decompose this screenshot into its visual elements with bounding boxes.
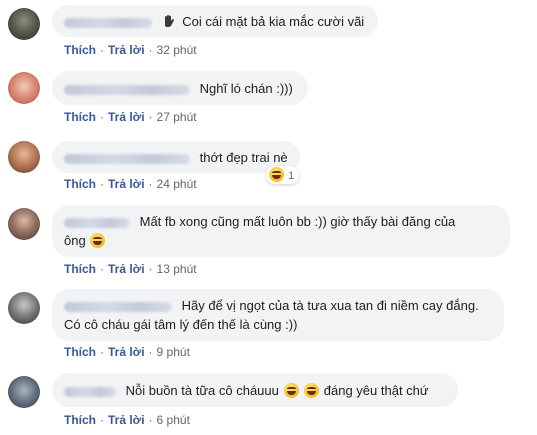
avatar[interactable] (8, 292, 40, 324)
waving-hand-icon (164, 15, 174, 27)
separator: · (100, 345, 104, 359)
like-link[interactable]: Thích (64, 110, 96, 124)
separator: · (148, 43, 153, 57)
comment-text: Hãy để vị ngọt của tà tưa xua tan đi niề… (181, 298, 479, 313)
author-name[interactable] (64, 386, 116, 397)
comment-line: Hãy để vị ngọt của tà tưa xua tan đi niề… (64, 297, 492, 314)
separator: · (100, 177, 104, 191)
separator: · (148, 177, 153, 191)
comment-text: Coi cái mặt bả kia mắc cười vãi (182, 14, 365, 29)
timestamp[interactable]: 9 phút (157, 345, 190, 359)
separator: · (148, 262, 153, 276)
timestamp[interactable]: 32 phút (157, 43, 197, 57)
comment-line: Mất fb xong cũng mất luôn bb :)) giờ thấ… (64, 213, 498, 230)
reply-link[interactable]: Trả lời (108, 262, 145, 276)
comment-bubble: Nghĩ ló chán :))) (52, 71, 308, 105)
author-name[interactable] (64, 84, 190, 95)
like-link[interactable]: Thích (64, 345, 96, 359)
timestamp[interactable]: 13 phút (157, 262, 197, 276)
timestamp[interactable]: 27 phút (157, 110, 197, 124)
separator: · (100, 110, 104, 124)
comment-text: Nghĩ ló chán :))) (199, 81, 293, 96)
reply-link[interactable]: Trả lời (108, 177, 145, 191)
comment-bubble: thớt đẹp trai nè (52, 141, 300, 173)
like-link[interactable]: Thích (64, 262, 96, 276)
comment-actions: Thích · Trả lời · 6 phút (64, 413, 190, 427)
avatar[interactable] (8, 8, 40, 40)
author-name[interactable] (64, 301, 172, 312)
laughing-emoji-icon (90, 233, 106, 248)
comment-text: Nỗi buồn tà tữa cô cháuuu (125, 383, 279, 398)
comment-bubble: Mất fb xong cũng mất luôn bb :)) giờ thấ… (52, 205, 510, 257)
laughing-emoji-icon (269, 167, 284, 182)
reaction-badge[interactable]: 1 (266, 166, 300, 184)
separator: · (100, 413, 104, 427)
comment-text: Có cô cháu gái tâm lý đến thế là cùng :)… (64, 317, 298, 332)
comment-actions: Thích · Trả lời · 27 phút (64, 110, 197, 124)
like-link[interactable]: Thích (64, 177, 96, 191)
avatar[interactable] (8, 141, 40, 173)
author-name[interactable] (64, 17, 152, 28)
avatar[interactable] (8, 208, 40, 240)
timestamp[interactable]: 24 phút (157, 177, 197, 191)
separator: · (148, 413, 153, 427)
comment-actions: Thích · Trả lời · 9 phút (64, 345, 190, 359)
separator: · (100, 262, 104, 276)
laughing-emoji-icon (283, 383, 299, 398)
reply-link[interactable]: Trả lời (108, 110, 145, 124)
author-name[interactable] (64, 217, 130, 228)
comment-actions: Thích · Trả lời · 32 phút (64, 43, 197, 57)
separator: · (100, 43, 104, 57)
avatar[interactable] (8, 376, 40, 408)
like-link[interactable]: Thích (64, 43, 96, 57)
timestamp[interactable]: 6 phút (157, 413, 190, 427)
laughing-emoji-icon (304, 383, 320, 398)
reaction-count: 1 (288, 170, 295, 182)
reply-link[interactable]: Trả lời (108, 413, 145, 427)
comment-text: Mất fb xong cũng mất luôn bb :)) giờ thấ… (139, 214, 456, 229)
author-name[interactable] (64, 153, 190, 164)
comment-text: ông (64, 233, 86, 248)
avatar[interactable] (8, 72, 40, 104)
comment-bubble: Nỗi buồn tà tữa cô cháuuu đáng yêu thật … (52, 373, 458, 407)
comment-bubble: Hãy để vị ngọt của tà tưa xua tan đi niề… (52, 289, 504, 341)
comment-bubble: Coi cái mặt bả kia mắc cười vãi (52, 5, 378, 37)
comment-actions: Thích · Trả lời · 13 phút (64, 262, 197, 276)
comment-text: thớt đẹp trai nè (199, 150, 288, 165)
comment-line: ông (64, 232, 498, 249)
comment-actions: Thích · Trả lời · 24 phút (64, 177, 197, 191)
comment-text: đáng yêu thật chứ (323, 383, 429, 398)
separator: · (148, 345, 153, 359)
separator: · (148, 110, 153, 124)
comment-line: Có cô cháu gái tâm lý đến thế là cùng :)… (64, 316, 492, 333)
like-link[interactable]: Thích (64, 413, 96, 427)
reply-link[interactable]: Trả lời (108, 43, 145, 57)
reply-link[interactable]: Trả lời (108, 345, 145, 359)
